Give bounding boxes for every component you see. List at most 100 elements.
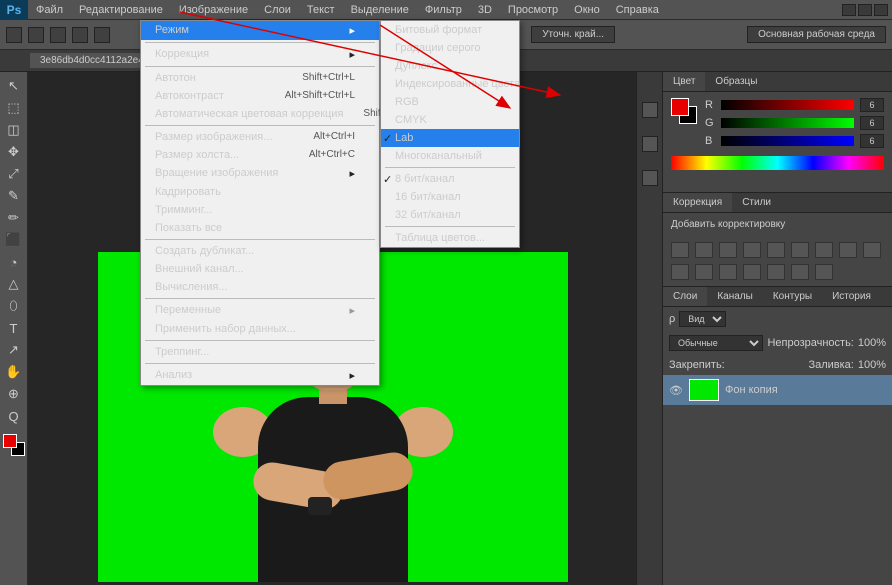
- sel-add-icon[interactable]: [50, 27, 66, 43]
- r-slider[interactable]: [721, 100, 854, 110]
- zoom-tool[interactable]: ⊕: [3, 384, 25, 404]
- history-icon[interactable]: [642, 102, 658, 118]
- window-minimize[interactable]: [842, 4, 856, 16]
- menu-edit[interactable]: Редактирование: [71, 1, 171, 19]
- menu-revealall[interactable]: Показать все: [141, 219, 379, 237]
- adj-icon[interactable]: [815, 264, 833, 280]
- eyedropper-tool[interactable]: ✎: [3, 186, 25, 206]
- tab-styles[interactable]: Стили: [732, 193, 781, 212]
- hand-tool[interactable]: ✋: [3, 362, 25, 382]
- mode-multichannel[interactable]: Многоканальный: [381, 147, 519, 165]
- menu-layer[interactable]: Слои: [256, 1, 299, 19]
- char-icon[interactable]: [642, 136, 658, 152]
- mode-8bit[interactable]: 8 бит/канал: [381, 170, 519, 188]
- adj-icon[interactable]: [839, 242, 857, 258]
- color-swatch[interactable]: [3, 434, 25, 456]
- b-slider[interactable]: [721, 136, 854, 146]
- gradient-tool[interactable]: △: [3, 274, 25, 294]
- crop-tool[interactable]: ⤢: [3, 164, 25, 184]
- mode-cmyk[interactable]: CMYK: [381, 111, 519, 129]
- tab-color[interactable]: Цвет: [663, 72, 705, 91]
- b-value[interactable]: 6: [860, 134, 884, 148]
- menu-duplicate[interactable]: Создать дубликат...: [141, 242, 379, 260]
- stamp-tool[interactable]: ⬛: [3, 230, 25, 250]
- menu-canvassize[interactable]: Размер холста...Alt+Ctrl+C: [141, 146, 379, 164]
- panel-color-swatch[interactable]: [671, 98, 697, 124]
- menu-analysis[interactable]: Анализ▸: [141, 366, 379, 385]
- menu-view[interactable]: Просмотр: [500, 1, 566, 19]
- adj-icon[interactable]: [791, 242, 809, 258]
- g-value[interactable]: 6: [860, 116, 884, 130]
- adj-icon[interactable]: [767, 242, 785, 258]
- mode-grayscale[interactable]: Градации серого: [381, 39, 519, 57]
- menu-text[interactable]: Текст: [299, 1, 343, 19]
- adj-icon[interactable]: [695, 264, 713, 280]
- sel-sub-icon[interactable]: [72, 27, 88, 43]
- tab-channels[interactable]: Каналы: [707, 287, 763, 306]
- adj-icon[interactable]: [671, 242, 689, 258]
- menu-autocontrast[interactable]: АвтоконтрастAlt+Shift+Ctrl+L: [141, 87, 379, 105]
- move-tool[interactable]: ↖: [3, 76, 25, 96]
- menu-applyimage[interactable]: Внешний канал...: [141, 260, 379, 278]
- tool-preset-icon[interactable]: [6, 27, 22, 43]
- tab-layers[interactable]: Слои: [663, 287, 707, 306]
- adj-icon[interactable]: [863, 242, 881, 258]
- kind-select[interactable]: Вид: [679, 311, 726, 327]
- window-close[interactable]: [874, 4, 888, 16]
- adj-icon[interactable]: [719, 242, 737, 258]
- fill-value[interactable]: 100%: [858, 359, 886, 371]
- tab-history[interactable]: История: [822, 287, 881, 306]
- menu-mode[interactable]: Режим▸: [141, 21, 379, 40]
- r-value[interactable]: 6: [860, 98, 884, 112]
- mode-rgb[interactable]: RGB: [381, 93, 519, 111]
- tab-swatches[interactable]: Образцы: [705, 72, 767, 91]
- mode-lab[interactable]: Lab: [381, 129, 519, 147]
- tab-paths[interactable]: Контуры: [763, 287, 822, 306]
- para-icon[interactable]: [642, 170, 658, 186]
- menu-rotation[interactable]: Вращение изображения▸: [141, 164, 379, 183]
- quickmask-tool[interactable]: Q: [3, 406, 25, 426]
- lasso-tool[interactable]: ◫: [3, 120, 25, 140]
- menu-adjustments[interactable]: Коррекция▸: [141, 45, 379, 64]
- g-slider[interactable]: [721, 118, 854, 128]
- refine-edge-button[interactable]: Уточн. край...: [531, 26, 615, 43]
- blend-mode-select[interactable]: Обычные: [669, 335, 763, 351]
- brush-tool[interactable]: ✏: [3, 208, 25, 228]
- adj-icon[interactable]: [791, 264, 809, 280]
- eraser-tool[interactable]: ◔: [3, 252, 25, 272]
- menu-file[interactable]: Файл: [28, 1, 71, 19]
- opacity-value[interactable]: 100%: [858, 337, 886, 349]
- menu-select[interactable]: Выделение: [343, 1, 417, 19]
- path-tool[interactable]: ↗: [3, 340, 25, 360]
- workspace-button[interactable]: Основная рабочая среда: [747, 26, 886, 43]
- type-tool[interactable]: T: [3, 318, 25, 338]
- menu-trim[interactable]: Тримминг...: [141, 201, 379, 219]
- layer-thumbnail[interactable]: [689, 379, 719, 401]
- menu-calculations[interactable]: Вычисления...: [141, 278, 379, 296]
- adj-icon[interactable]: [719, 264, 737, 280]
- adj-icon[interactable]: [671, 264, 689, 280]
- adj-icon[interactable]: [767, 264, 785, 280]
- layer-name[interactable]: Фон копия: [725, 384, 778, 396]
- tab-corrections[interactable]: Коррекция: [663, 193, 732, 212]
- window-restore[interactable]: [858, 4, 872, 16]
- wand-tool[interactable]: ✥: [3, 142, 25, 162]
- marquee-tool[interactable]: ⬚: [3, 98, 25, 118]
- menu-imagesize[interactable]: Размер изображения...Alt+Ctrl+I: [141, 128, 379, 146]
- mode-16bit[interactable]: 16 бит/канал: [381, 188, 519, 206]
- visibility-icon[interactable]: 👁: [669, 384, 683, 397]
- adj-icon[interactable]: [695, 242, 713, 258]
- adj-icon[interactable]: [743, 242, 761, 258]
- menu-autotone[interactable]: АвтотонShift+Ctrl+L: [141, 69, 379, 87]
- sel-int-icon[interactable]: [94, 27, 110, 43]
- pen-tool[interactable]: ⬯: [3, 296, 25, 316]
- adj-icon[interactable]: [743, 264, 761, 280]
- menu-image[interactable]: Изображение: [171, 1, 256, 19]
- sel-new-icon[interactable]: [28, 27, 44, 43]
- layer-row[interactable]: 👁 Фон копия: [663, 375, 892, 405]
- menu-window[interactable]: Окно: [566, 1, 608, 19]
- adj-icon[interactable]: [815, 242, 833, 258]
- menu-help[interactable]: Справка: [608, 1, 667, 19]
- menu-filter[interactable]: Фильтр: [417, 1, 470, 19]
- spectrum-ramp[interactable]: [671, 156, 884, 170]
